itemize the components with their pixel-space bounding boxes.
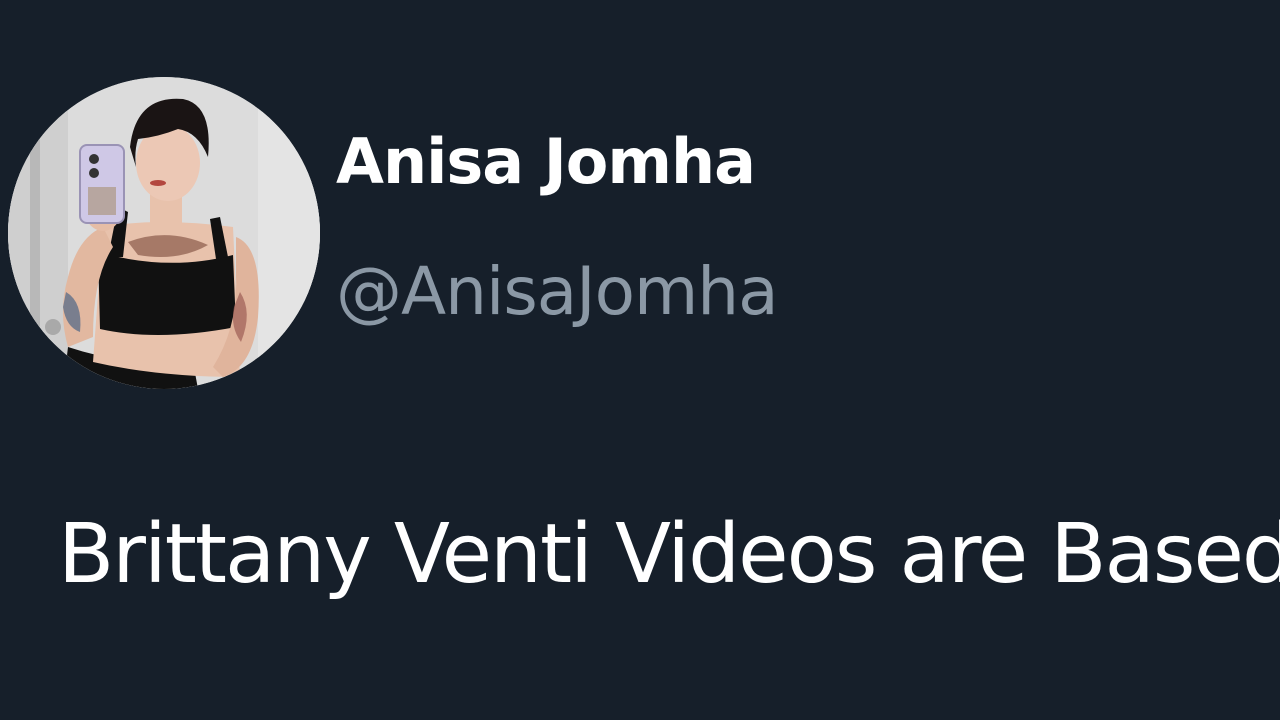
tweet-text: Brittany Venti Videos are Based — [58, 507, 1280, 602]
author-handle[interactable]: @AnisaJomha — [336, 255, 779, 329]
author-display-name[interactable]: Anisa Jomha — [336, 127, 756, 196]
tweet-card: Anisa Jomha @AnisaJomha Brittany Venti V… — [0, 0, 1280, 720]
profile-photo-icon — [8, 77, 320, 389]
avatar[interactable] — [8, 77, 320, 389]
